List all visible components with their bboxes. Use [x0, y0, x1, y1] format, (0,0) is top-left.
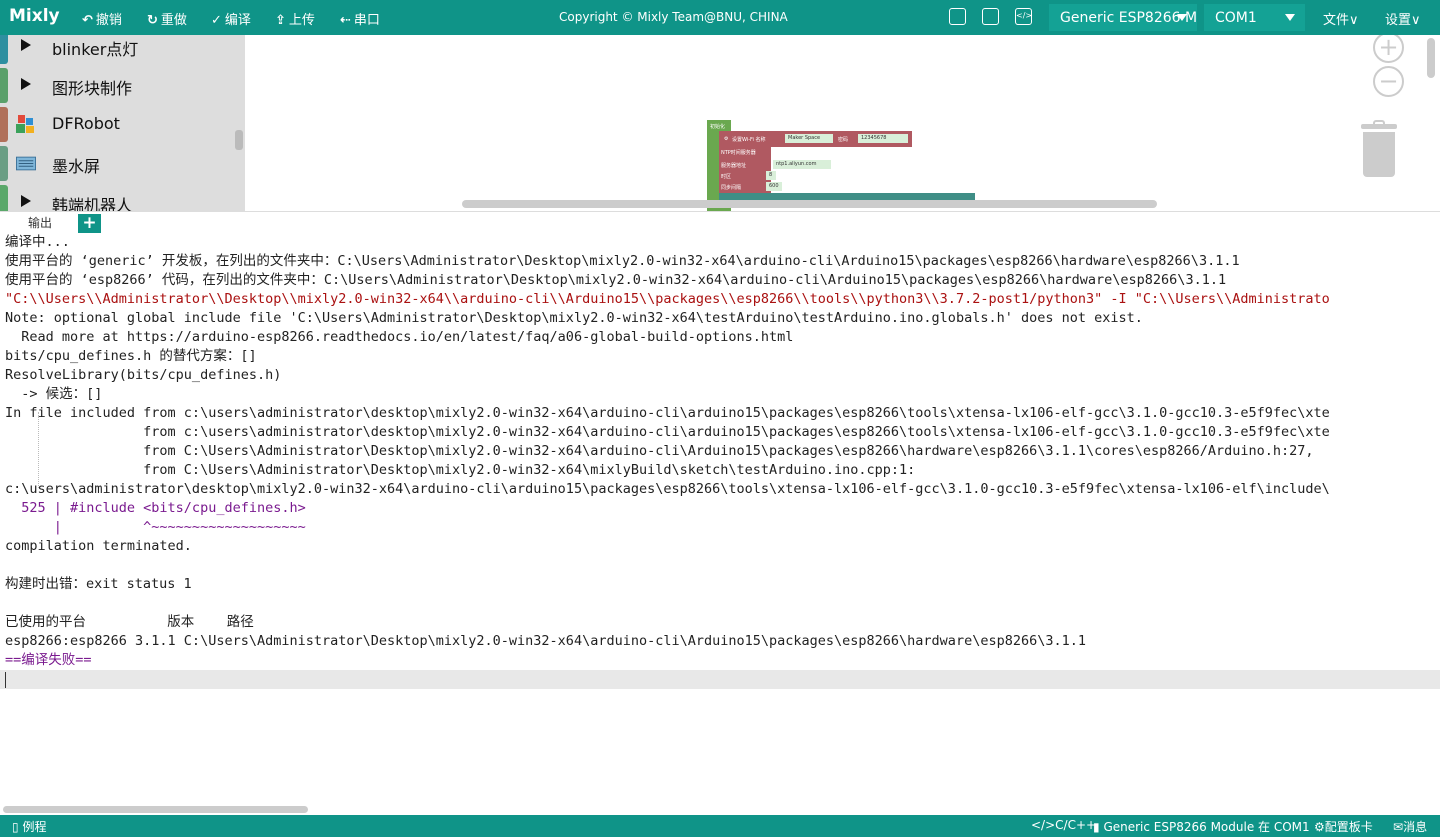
screen-icon — [16, 156, 36, 171]
chevron-down-icon — [1177, 14, 1187, 21]
console-line: "C:\\Users\\Administrator\\Desktop\\mixl… — [5, 291, 1330, 307]
console-line: Note: optional global include file 'C:\U… — [5, 310, 1143, 326]
sidebar-item-handuan-robot[interactable]: 韩端机器人 — [0, 183, 234, 211]
redo-icon: ↻ — [147, 13, 158, 28]
zoom-out-icon[interactable]: − — [1373, 66, 1404, 97]
console-line: -> 候选：[] — [5, 386, 103, 402]
examples-button[interactable]: ▯ 例程 — [12, 818, 46, 835]
sidebar-item-epaper[interactable]: 墨水屏 — [0, 144, 234, 183]
sidebar-item-block-factory[interactable]: 图形块制作 — [0, 66, 234, 105]
expand-arrow-icon — [21, 39, 31, 51]
console-line: c:\users\administrator\desktop\mixly2.0-… — [5, 481, 1330, 497]
wifi-name-field[interactable]: Maker Space — [785, 134, 833, 143]
console-line: 525 | #include <bits/cpu_defines.h> — [5, 500, 306, 516]
block-category-sidebar: blinker点灯 图形块制作 DFRobot 墨水屏 韩端机器人 — [0, 35, 245, 211]
split-view-icon[interactable] — [982, 8, 999, 25]
serial-button[interactable]: ⇠ 串口 — [340, 9, 380, 28]
code-icon: </> — [1031, 818, 1056, 832]
messages-button[interactable]: ✉消息 — [1393, 818, 1427, 835]
gear-icon: ⚙ — [1314, 820, 1325, 834]
status-bar: ▯ 例程 </>C/C++ ▮ Generic ESP8266 Module 在… — [0, 815, 1440, 837]
trash-icon[interactable] — [1361, 120, 1397, 177]
sync-interval-field[interactable]: 600 — [766, 182, 782, 191]
usb-icon: ⇠ — [340, 13, 351, 28]
app-logo: Mixly — [9, 6, 60, 26]
wifi-password-field[interactable]: 12345678 — [858, 134, 908, 143]
add-tab-button[interactable]: + — [78, 214, 101, 234]
console-line: compilation terminated. — [5, 538, 192, 554]
document-icon: ▯ — [12, 820, 19, 834]
expand-arrow-icon — [21, 78, 31, 90]
layout-toggle-icon[interactable] — [949, 8, 966, 25]
workspace-vertical-scrollbar[interactable] — [1427, 38, 1435, 78]
sidebar-item-blinker[interactable]: blinker点灯 — [0, 35, 234, 66]
console-line: 使用平台的 ‘generic’ 开发板，在列出的文件夹中：C:\Users\Ad… — [5, 253, 1240, 269]
check-icon: ✓ — [211, 13, 222, 28]
compile-button[interactable]: ✓ 编译 — [211, 9, 251, 28]
dfrobot-cubes-icon — [16, 115, 34, 133]
top-toolbar: Mixly ↶ 撤销 ↻ 重做 ✓ 编译 ⇪ 上传 ⇠ 串口 Copyright © Mi… — [0, 0, 1440, 35]
config-board-button[interactable]: ⚙配置板卡 — [1314, 818, 1373, 835]
bell-icon: ✉ — [1393, 820, 1404, 834]
file-menu[interactable]: 文件∨ — [1323, 9, 1359, 28]
console-line: from c:\users\administrator\desktop\mixl… — [5, 424, 1330, 440]
copyright-text: Copyright © Mixly Team@BNU, CHINA — [559, 10, 788, 24]
workspace-horizontal-scrollbar[interactable] — [462, 200, 1157, 208]
output-tab-bar: 输出 + — [0, 211, 1440, 234]
ntp-server-field[interactable]: ntp1.aliyun.com — [773, 160, 831, 169]
language-indicator[interactable]: </>C/C++ — [1031, 818, 1096, 832]
output-console[interactable]: 编译中... 使用平台的 ‘generic’ 开发板，在列出的文件夹中：C:\U… — [0, 233, 1440, 813]
block-workspace[interactable]: 初始化 ⚙ 设置Wi-Fi 名称 Maker Space 密码 12345678… — [245, 35, 1440, 211]
console-line: ==编译失败== — [5, 652, 92, 668]
zoom-in-icon[interactable]: + — [1373, 35, 1404, 63]
chevron-down-icon — [1285, 14, 1295, 21]
console-line: 编译中... — [5, 234, 70, 250]
console-line: 已使用的平台 版本 路径 — [5, 614, 254, 630]
sidebar-scrollbar[interactable] — [235, 130, 243, 150]
console-line: 构建时出错：exit status 1 — [5, 576, 192, 592]
wifi-icon: ⚙ — [724, 136, 729, 142]
tab-output[interactable]: 输出 — [14, 212, 66, 234]
code-view-icon[interactable]: </> — [1015, 8, 1032, 25]
redo-button[interactable]: ↻ 重做 — [147, 9, 187, 28]
console-line: esp8266:esp8266 3.1.1 C:\Users\Administr… — [5, 633, 1086, 649]
undo-icon: ↶ — [82, 13, 93, 28]
text-cursor — [5, 672, 6, 688]
upload-icon: ⇪ — [275, 13, 286, 28]
sidebar-item-dfrobot[interactable]: DFRobot — [0, 105, 234, 144]
chip-icon: ▮ — [1093, 820, 1100, 834]
console-line: Read more at https://arduino-esp8266.rea… — [5, 329, 794, 345]
console-line: In file included from c:\users\administr… — [5, 405, 1330, 421]
setup-block-label: 初始化 — [710, 124, 726, 130]
settings-menu[interactable]: 设置∨ — [1385, 9, 1421, 28]
expand-arrow-icon — [21, 195, 31, 207]
console-line: bits/cpu_defines.h 的替代方案：[] — [5, 348, 257, 364]
upload-button[interactable]: ⇪ 上传 — [275, 9, 315, 28]
console-line: ResolveLibrary(bits/cpu_defines.h) — [5, 367, 282, 383]
port-select[interactable]: COM1 — [1204, 4, 1305, 31]
console-line: from C:\Users\Administrator\Desktop\mixl… — [5, 462, 916, 478]
console-line: | ^~~~~~~~~~~~~~~~~~~~ — [5, 519, 306, 535]
console-line: 使用平台的 ‘esp8266’ 代码，在列出的文件夹中：C:\Users\Adm… — [5, 272, 1227, 288]
console-horizontal-scrollbar[interactable] — [3, 806, 308, 813]
undo-button[interactable]: ↶ 撤销 — [82, 9, 122, 28]
console-line: from C:\Users\Administrator\Desktop\mixl… — [5, 443, 1314, 459]
active-line — [0, 670, 1440, 689]
board-status[interactable]: ▮ Generic ESP8266 Module 在 COM1 — [1093, 818, 1310, 835]
timezone-field[interactable]: 8 — [766, 171, 776, 180]
board-select[interactable]: Generic ESP8266 Module — [1049, 4, 1197, 31]
